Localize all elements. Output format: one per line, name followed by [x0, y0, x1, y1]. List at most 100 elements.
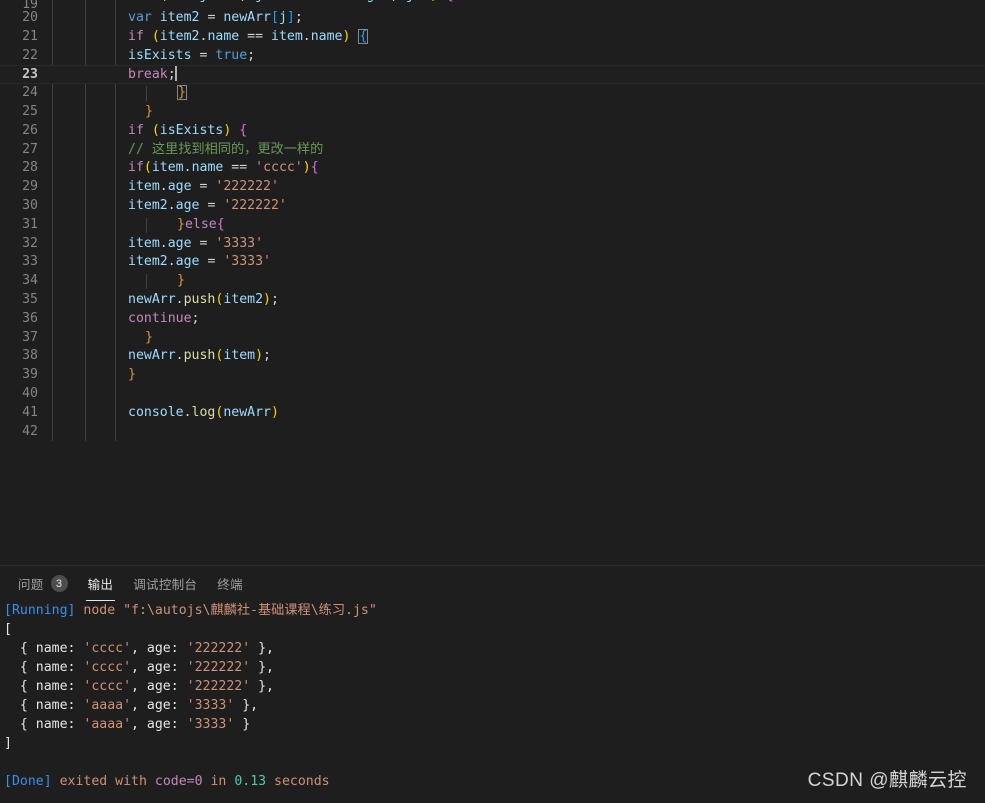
line-number: 28 [0, 159, 38, 178]
code-line[interactable]: 21 if (item2.name == item.name) { [0, 28, 985, 47]
line-number: 31 [0, 216, 38, 235]
line-number: 35 [0, 291, 38, 310]
done-text-1: exited with [60, 774, 147, 789]
indent-guide-inline [146, 274, 147, 289]
output-spacer [4, 753, 985, 772]
indent-guide-inline [146, 86, 147, 101]
row-age: '3333' [187, 698, 235, 713]
line-number: 42 [0, 423, 38, 442]
code-text: }else{ [177, 216, 225, 235]
code-text: var item2 = newArr[j]; [128, 9, 303, 28]
line-number: 27 [0, 141, 38, 160]
output-row: { name: 'cccc', age: '222222' }, [4, 639, 985, 658]
line-number: 41 [0, 404, 38, 423]
code-line[interactable]: 40 [0, 385, 985, 404]
code-text: newArr.push(item2); [128, 291, 279, 310]
tab-problems[interactable]: 问题 3 [8, 566, 78, 601]
tab-terminal-label: 终端 [217, 574, 243, 593]
code-line[interactable]: 38 newArr.push(item); [0, 347, 985, 366]
code-line[interactable]: 33 item2.age = '3333' [0, 253, 985, 272]
done-tag: [Done] [4, 774, 52, 789]
code-line[interactable]: 26 if (isExists) { [0, 122, 985, 141]
line-number-active: 23 [0, 66, 38, 85]
code-line[interactable]: 35 newArr.push(item2); [0, 291, 985, 310]
line-number: 38 [0, 347, 38, 366]
output-array-open: [ [4, 620, 985, 639]
code-line[interactable]: 29 item.age = '222222' [0, 178, 985, 197]
code-text: item2.age = '222222' [128, 197, 287, 216]
output-done-line: [Done] exited with code=0 in 0.13 second… [4, 772, 985, 791]
tab-terminal[interactable]: 终端 [207, 566, 253, 601]
code-line[interactable]: 25 } [0, 103, 985, 122]
panel-tab-bar: 问题 3 输出 调试控制台 终端 [0, 566, 985, 601]
output-array-close: ] [4, 734, 985, 753]
line-number: 30 [0, 197, 38, 216]
row-name: 'cccc' [83, 641, 131, 656]
row-comma: , [266, 641, 274, 656]
row-age: '222222' [187, 679, 251, 694]
problems-count-badge: 3 [51, 575, 68, 592]
code-line[interactable]: 30 item2.age = '222222' [0, 197, 985, 216]
line-number: 39 [0, 366, 38, 385]
row-name: 'cccc' [83, 660, 131, 675]
output-row: { name: 'cccc', age: '222222' }, [4, 658, 985, 677]
tab-output-label: 输出 [88, 574, 114, 593]
row-age: '222222' [187, 641, 251, 656]
code-line[interactable]: 27 // 这里找到相同的，更改一样的 [0, 141, 985, 160]
bottom-panel: 问题 3 输出 调试控制台 终端 [Running] node "f:\auto… [0, 565, 985, 803]
code-editor[interactable]: 19 for (var j = 0; j < newArr.length; j+… [0, 0, 985, 565]
line-number: 26 [0, 122, 38, 141]
code-comment: // 这里找到相同的，更改一样的 [128, 141, 323, 160]
code-text: newArr.push(item); [128, 347, 271, 366]
code-text: if (isExists) { [128, 122, 247, 141]
line-number: 21 [0, 28, 38, 47]
code-line[interactable]: 20 var item2 = newArr[j]; [0, 9, 985, 28]
output-row: { name: 'aaaa', age: '3333' }, [4, 696, 985, 715]
code-line[interactable]: 41 console.log(newArr) [0, 404, 985, 423]
code-line-active[interactable]: 23 break; [0, 65, 985, 84]
line-number: 22 [0, 47, 38, 66]
line-number: 32 [0, 235, 38, 254]
line-number: 19 [0, 0, 38, 9]
code-line[interactable]: 32 item.age = '3333' [0, 235, 985, 254]
code-text: item.age = '222222' [128, 178, 279, 197]
indent-guide-inline [146, 218, 147, 233]
row-comma: , [266, 660, 274, 675]
output-row: { name: 'cccc', age: '222222' }, [4, 677, 985, 696]
code-text: continue; [128, 310, 199, 329]
output-running-line: [Running] node "f:\autojs\麒麟社-基础课程\练习.js… [4, 601, 985, 620]
code-line[interactable]: 36 continue; [0, 310, 985, 329]
code-line[interactable]: 37 } [0, 329, 985, 348]
code-text: item2.age = '3333' [128, 253, 271, 272]
line-number: 34 [0, 272, 38, 291]
tab-problems-label: 问题 [18, 574, 44, 593]
code-line-partial[interactable]: 19 for (var j = 0; j < newArr.length; j+… [0, 0, 985, 9]
code-line[interactable]: 39 } [0, 366, 985, 385]
line-number: 36 [0, 310, 38, 329]
done-code: code=0 [155, 774, 203, 789]
output-row: { name: 'aaaa', age: '3333' } [4, 715, 985, 734]
running-command: node [83, 603, 115, 618]
row-comma: , [266, 679, 274, 694]
code-line[interactable]: 28 if(item.name == 'cccc'){ [0, 159, 985, 178]
code-line[interactable]: 42 [0, 423, 985, 442]
running-path: "f:\autojs\麒麟社-基础课程\练习.js" [123, 603, 377, 618]
output-console[interactable]: [Running] node "f:\autojs\麒麟社-基础课程\练习.js… [0, 601, 985, 803]
code-text: item.age = '3333' [128, 235, 263, 254]
tab-debug-console[interactable]: 调试控制台 [123, 566, 207, 601]
code-line[interactable]: 24 } [0, 84, 985, 103]
done-text-3: seconds [274, 774, 330, 789]
code-text: isExists = true; [128, 47, 255, 66]
line-number: 25 [0, 103, 38, 122]
tab-output[interactable]: 输出 [78, 566, 124, 601]
code-line[interactable]: 22 isExists = true; [0, 47, 985, 66]
code-text: } [145, 329, 153, 348]
line-number: 40 [0, 385, 38, 404]
line-number: 20 [0, 9, 38, 28]
row-comma: , [250, 698, 258, 713]
code-text: } [177, 84, 187, 103]
code-line[interactable]: 34 } [0, 272, 985, 291]
row-age: '3333' [187, 717, 235, 732]
code-text: } [145, 103, 153, 122]
code-line[interactable]: 31 }else{ [0, 216, 985, 235]
